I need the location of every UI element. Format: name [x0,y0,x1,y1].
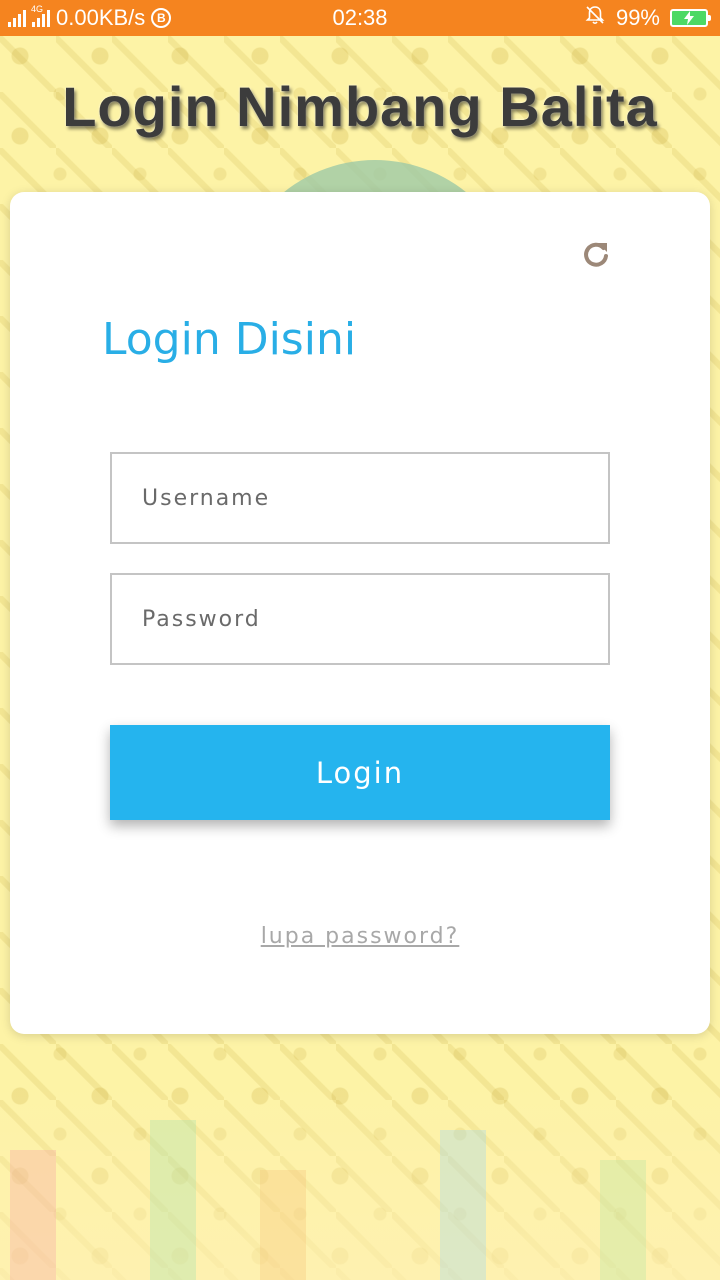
status-time: 02:38 [332,5,388,30]
refresh-icon [584,242,608,267]
status-right: 99% [584,0,711,36]
refresh-button[interactable] [578,236,614,272]
signal-4g-icon: 4G [31,5,50,27]
login-heading: Login Disini [102,314,357,365]
network-speed: 0.00KB/s [56,5,146,30]
login-button[interactable]: Login [110,725,610,820]
decor-bar [600,1160,646,1280]
decor-bar [440,1130,486,1280]
username-input[interactable] [110,452,610,544]
login-card: Login Disini Login lupa password? [10,192,710,1034]
signal-icon [8,9,26,27]
password-input[interactable] [110,573,610,665]
status-bar: 4G 0.00KB/s B 02:38 99% [0,0,720,36]
b-badge-icon: B [151,8,172,28]
decor-bar [260,1170,306,1280]
decor-bar [150,1120,196,1280]
network-type: 4G [31,4,44,14]
forgot-password-link[interactable]: lupa password? [10,924,710,949]
mute-bell-icon [584,4,606,32]
status-left: 4G 0.00KB/s B [8,0,172,36]
decor-bar [10,1150,56,1280]
battery-charging-icon [670,9,711,27]
battery-percent: 99% [615,5,660,30]
app-title: Login Nimbang Balita [62,75,658,138]
